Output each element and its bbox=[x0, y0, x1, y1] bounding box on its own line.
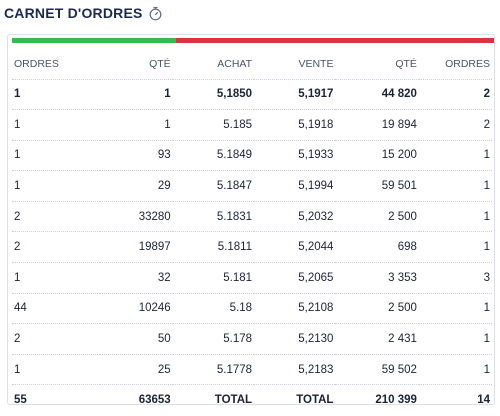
buy-qty-cell: 33280 bbox=[99, 200, 173, 232]
ask-price-cell: 5,1917 bbox=[254, 78, 336, 110]
table-row: 44 10246 5.18 5,2108 2 500 1 bbox=[12, 292, 492, 324]
bid-price-cell: 5.1849 bbox=[172, 139, 255, 171]
sell-orders-cell: 1 bbox=[418, 353, 492, 385]
col-header-sell-qty[interactable]: QTÉ bbox=[335, 49, 418, 79]
buy-qty-cell: 93 bbox=[99, 139, 173, 171]
total-bid-price-cell: TOTAL bbox=[172, 384, 255, 416]
sell-qty-cell: 2 500 bbox=[335, 200, 419, 232]
bid-price-cell: 5.1847 bbox=[172, 170, 255, 202]
buy-qty-cell: 29 bbox=[99, 170, 173, 202]
table-row: 1 93 5.1849 5,1933 15 200 1 bbox=[12, 139, 492, 171]
col-header-buy-qty[interactable]: QTÉ bbox=[100, 49, 173, 79]
panel-header: CARNET D'ORDRES bbox=[4, 2, 163, 24]
sell-qty-cell: 15 200 bbox=[335, 139, 419, 171]
buy-orders-cell: 1 bbox=[12, 109, 100, 141]
sell-qty-cell: 44 820 bbox=[335, 78, 419, 110]
total-sell-qty-cell: 210 399 bbox=[335, 384, 419, 416]
table-row: 2 50 5.178 5,2130 2 431 1 bbox=[12, 323, 492, 355]
sell-qty-cell: 2 431 bbox=[335, 323, 419, 355]
table-row: 1 25 5.1778 5,2183 59 502 1 bbox=[12, 353, 492, 385]
buy-qty-cell: 19897 bbox=[99, 231, 173, 263]
sell-orders-cell: 1 bbox=[418, 323, 492, 355]
total-buy-qty-cell: 63653 bbox=[99, 384, 173, 416]
table-row: 1 1 5.185 5,1918 19 894 2 bbox=[12, 109, 492, 141]
buy-orders-cell: 1 bbox=[12, 170, 100, 202]
ask-price-cell: 5,1933 bbox=[254, 139, 336, 171]
table-row: 2 33280 5.1831 5,2032 2 500 1 bbox=[12, 200, 492, 232]
buy-orders-cell: 44 bbox=[12, 292, 100, 324]
bid-price-cell: 5.1811 bbox=[172, 231, 255, 263]
buy-orders-cell: 1 bbox=[12, 78, 100, 110]
sell-qty-cell: 59 501 bbox=[335, 170, 419, 202]
buy-orders-cell: 1 bbox=[12, 353, 100, 385]
buy-qty-cell: 25 bbox=[99, 353, 173, 385]
sell-orders-cell: 1 bbox=[418, 231, 492, 263]
bid-price-cell: 5,1850 bbox=[172, 78, 255, 110]
bid-price-cell: 5.1778 bbox=[172, 353, 255, 385]
ask-price-cell: 5,1994 bbox=[254, 170, 336, 202]
total-ask-price-cell: TOTAL bbox=[254, 384, 336, 416]
ask-price-cell: 5,2044 bbox=[254, 231, 336, 263]
table-header-row: ORDRES QTÉ ACHAT VENTE QTÉ ORDRES bbox=[12, 49, 492, 79]
buy-orders-cell: 2 bbox=[12, 200, 100, 232]
ask-price-cell: 5,2183 bbox=[254, 353, 336, 385]
sell-qty-cell: 698 bbox=[335, 231, 419, 263]
buy-qty-cell: 1 bbox=[99, 78, 173, 110]
buy-qty-cell: 10246 bbox=[99, 292, 173, 324]
sell-orders-cell: 1 bbox=[418, 139, 492, 171]
buy-orders-cell: 1 bbox=[12, 262, 100, 294]
buy-sell-ratio-bar bbox=[12, 38, 494, 43]
ask-price-cell: 5,1918 bbox=[254, 109, 336, 141]
buy-side-bar bbox=[12, 38, 176, 43]
buy-orders-cell: 2 bbox=[12, 323, 100, 355]
col-header-ask[interactable]: VENTE bbox=[254, 49, 335, 79]
table-row: 1 1 5,1850 5,1917 44 820 2 bbox=[12, 78, 492, 110]
bid-price-cell: 5.185 bbox=[172, 109, 255, 141]
order-book-table: ORDRES QTÉ ACHAT VENTE QTÉ ORDRES 1 1 5,18… bbox=[12, 49, 492, 416]
buy-orders-cell: 1 bbox=[12, 139, 100, 171]
sell-side-bar bbox=[176, 38, 494, 43]
buy-qty-cell: 1 bbox=[99, 109, 173, 141]
sell-qty-cell: 19 894 bbox=[335, 109, 419, 141]
buy-qty-cell: 50 bbox=[99, 323, 173, 355]
table-row: 2 19897 5.1811 5,2044 698 1 bbox=[12, 231, 492, 263]
ask-price-cell: 5,2130 bbox=[254, 323, 336, 355]
stopwatch-icon[interactable] bbox=[148, 6, 163, 21]
bid-price-cell: 5.18 bbox=[172, 292, 255, 324]
bid-price-cell: 5.178 bbox=[172, 323, 255, 355]
sell-orders-cell: 1 bbox=[418, 200, 492, 232]
totals-row: 55 63653 TOTAL TOTAL 210 399 14 bbox=[12, 384, 492, 416]
table-row: 1 32 5.181 5,2065 3 353 3 bbox=[12, 262, 492, 294]
sell-orders-cell: 3 bbox=[418, 262, 492, 294]
col-header-bid[interactable]: ACHAT bbox=[173, 49, 254, 79]
sell-orders-cell: 2 bbox=[418, 78, 492, 110]
sell-orders-cell: 2 bbox=[418, 109, 492, 141]
order-book-panel: ORDRES QTÉ ACHAT VENTE QTÉ ORDRES 1 1 5,18… bbox=[7, 34, 495, 416]
bid-price-cell: 5.181 bbox=[172, 262, 255, 294]
ask-price-cell: 5,2065 bbox=[254, 262, 336, 294]
bid-price-cell: 5.1831 bbox=[172, 200, 255, 232]
buy-orders-cell: 2 bbox=[12, 231, 100, 263]
ask-price-cell: 5,2108 bbox=[254, 292, 336, 324]
col-header-buy-orders[interactable]: ORDRES bbox=[12, 49, 100, 79]
table-row: 1 29 5.1847 5,1994 59 501 1 bbox=[12, 170, 492, 202]
sell-qty-cell: 3 353 bbox=[335, 262, 419, 294]
col-header-sell-orders[interactable]: ORDRES bbox=[419, 49, 492, 79]
ask-price-cell: 5,2032 bbox=[254, 200, 336, 232]
buy-qty-cell: 32 bbox=[99, 262, 173, 294]
sell-orders-cell: 1 bbox=[418, 292, 492, 324]
total-buy-orders-cell: 55 bbox=[12, 384, 100, 416]
total-sell-orders-cell: 14 bbox=[418, 384, 492, 416]
sell-qty-cell: 59 502 bbox=[335, 353, 419, 385]
sell-orders-cell: 1 bbox=[418, 170, 492, 202]
sell-qty-cell: 2 500 bbox=[335, 292, 419, 324]
page-title: CARNET D'ORDRES bbox=[4, 5, 143, 21]
